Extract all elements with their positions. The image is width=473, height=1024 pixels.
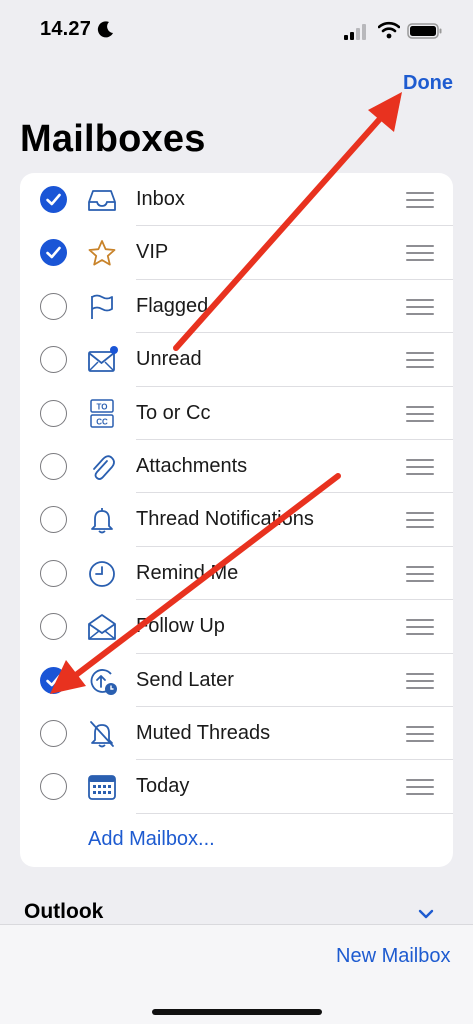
mailbox-label: Flagged xyxy=(136,294,209,317)
checkbox-unchecked[interactable] xyxy=(40,773,67,801)
mailboxes-list: Inbox VIP Flagged Unread TO CC To or Cc … xyxy=(20,173,453,867)
star-icon xyxy=(88,240,116,266)
mailbox-row-to-or-cc[interactable]: TO CC To or Cc xyxy=(20,387,453,440)
paperclip-icon xyxy=(93,455,115,480)
mailbox-label: To or Cc xyxy=(136,401,211,424)
status-time: 14.27 xyxy=(40,18,92,40)
mailbox-row-remind-me[interactable]: Remind Me xyxy=(20,547,453,601)
reorder-handle-icon[interactable] xyxy=(406,779,434,796)
svg-text:TO: TO xyxy=(97,402,108,411)
reorder-handle-icon[interactable] xyxy=(406,245,434,262)
calendar-icon xyxy=(88,775,116,801)
mailbox-row-inbox[interactable]: Inbox xyxy=(20,173,453,227)
checkbox-unchecked[interactable] xyxy=(40,399,67,427)
checkbox-checked[interactable] xyxy=(40,239,67,267)
mailbox-row-attachments[interactable]: Attachments xyxy=(20,440,453,494)
mailbox-label: Muted Threads xyxy=(136,722,271,744)
home-indicator xyxy=(152,1009,322,1015)
signal-icon xyxy=(344,24,366,40)
clock-icon xyxy=(89,560,115,587)
status-bar: 14.27 xyxy=(0,0,473,60)
mailbox-label: Today xyxy=(136,775,190,798)
mailbox-row-thread-notifications[interactable]: Thread Notifications xyxy=(20,493,453,547)
bottom-toolbar: New Mailbox xyxy=(0,924,473,1024)
reorder-handle-icon[interactable] xyxy=(406,726,434,742)
mailbox-label: Follow Up xyxy=(136,615,225,638)
checkbox-checked[interactable] xyxy=(40,666,67,694)
mailbox-row-flagged[interactable]: Flagged xyxy=(20,280,453,334)
checkbox-unchecked[interactable] xyxy=(40,453,67,480)
mailbox-label: Unread xyxy=(136,348,202,371)
inbox-icon xyxy=(88,190,116,211)
reorder-handle-icon[interactable] xyxy=(406,405,434,422)
reorder-handle-icon[interactable] xyxy=(406,459,434,475)
checkbox-unchecked[interactable] xyxy=(40,506,67,534)
svg-text:CC: CC xyxy=(96,417,108,426)
mailbox-label: Send Later xyxy=(136,668,234,691)
reorder-handle-icon[interactable] xyxy=(406,565,434,582)
reorder-handle-icon[interactable] xyxy=(406,352,434,369)
checkbox-unchecked[interactable] xyxy=(40,559,67,587)
envelope-unread-icon xyxy=(88,346,118,373)
add-mailbox-button[interactable]: Add Mailbox... xyxy=(88,828,215,851)
mailbox-label: Inbox xyxy=(136,188,185,210)
send-later-icon xyxy=(90,668,117,695)
reorder-handle-icon[interactable] xyxy=(406,512,434,529)
mailbox-label: Remind Me xyxy=(136,561,239,584)
mailbox-label: VIP xyxy=(136,241,169,264)
mailbox-row-follow-up[interactable]: Follow Up xyxy=(20,600,453,654)
flag-icon xyxy=(91,294,113,319)
mailbox-row-muted-threads[interactable]: Muted Threads xyxy=(20,707,453,761)
bell-slash-icon xyxy=(90,721,114,748)
checkbox-checked[interactable] xyxy=(40,186,67,213)
battery-icon xyxy=(407,23,442,39)
mailbox-row-send-later[interactable]: Send Later xyxy=(20,654,453,707)
mailbox-row-unread[interactable]: Unread xyxy=(20,333,453,387)
reorder-handle-icon[interactable] xyxy=(406,298,434,315)
mailbox-row-today[interactable]: Today xyxy=(20,760,453,814)
bell-icon xyxy=(91,508,113,534)
checkbox-unchecked[interactable] xyxy=(40,720,67,747)
mailbox-label: Thread Notifications xyxy=(136,508,314,531)
reorder-handle-icon[interactable] xyxy=(406,619,434,636)
mailbox-label: Attachments xyxy=(136,455,248,477)
wifi-icon xyxy=(378,21,400,39)
page-title: Mailboxes xyxy=(20,118,206,160)
account-section-header[interactable]: Outlook xyxy=(24,900,103,924)
new-mailbox-button[interactable]: New Mailbox xyxy=(336,945,450,968)
checkbox-unchecked[interactable] xyxy=(40,346,67,374)
moon-icon xyxy=(97,21,113,38)
to-cc-icon: TO CC xyxy=(90,398,114,428)
checkbox-unchecked[interactable] xyxy=(40,613,67,641)
done-button[interactable]: Done xyxy=(403,72,453,95)
checkbox-unchecked[interactable] xyxy=(40,292,67,320)
mailbox-row-vip[interactable]: VIP xyxy=(20,226,453,280)
reorder-handle-icon[interactable] xyxy=(406,192,434,208)
chevron-down-icon[interactable] xyxy=(417,908,435,920)
reorder-handle-icon[interactable] xyxy=(406,672,434,689)
envelope-open-icon xyxy=(88,614,116,641)
